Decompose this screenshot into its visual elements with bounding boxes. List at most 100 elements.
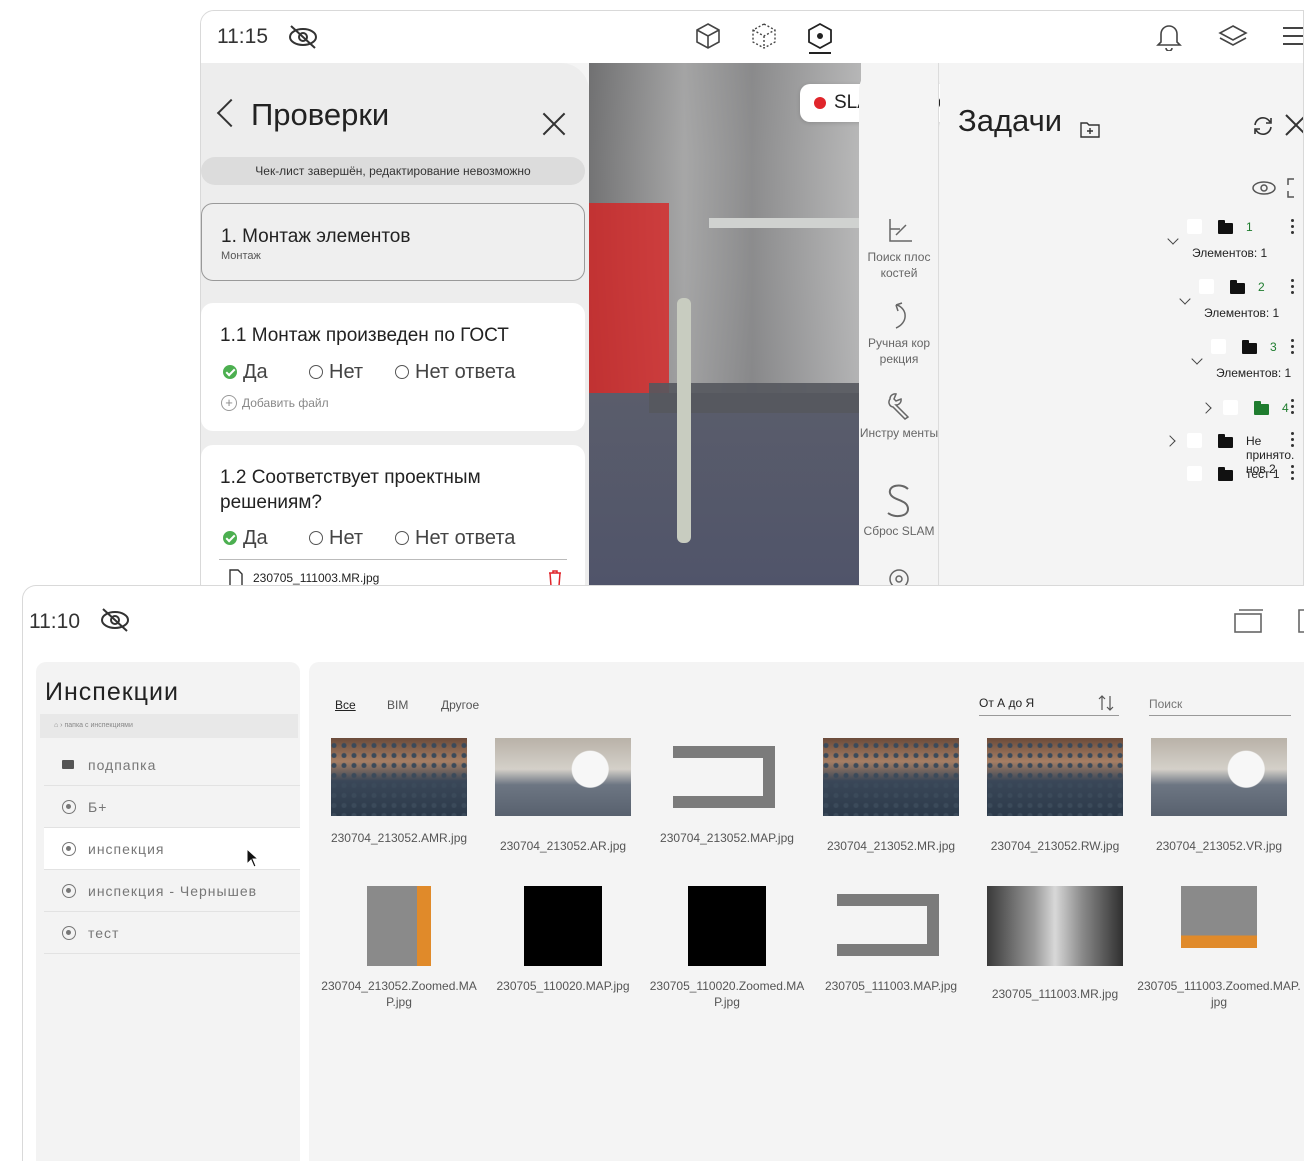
cube-dashed-icon[interactable] — [749, 21, 779, 51]
collapsed-chevron-icon[interactable] — [1164, 435, 1176, 447]
search-input[interactable] — [1149, 692, 1291, 716]
cube-icon[interactable] — [693, 21, 723, 51]
option-yes[interactable]: Да — [223, 361, 268, 384]
thumbnail-image — [495, 738, 631, 816]
expand-chevron-icon[interactable] — [1179, 293, 1191, 305]
row-checkbox[interactable] — [1211, 339, 1226, 354]
attached-file-name[interactable]: 230705_111003.MR.jpg — [253, 571, 379, 585]
breadcrumb[interactable]: ⌂ › папка с инспекциями — [40, 714, 298, 738]
gallery-item[interactable]: 230705_111003.Zoomed.MAP.jpg — [1137, 886, 1301, 1010]
thumbnail-image — [1151, 738, 1287, 816]
slam-reset-tool[interactable]: Сброс SLAM — [859, 483, 939, 539]
gallery-item[interactable]: 230704_213052.MR.jpg — [809, 738, 973, 854]
gallery-item[interactable]: 230704_213052.AR.jpg — [481, 738, 645, 854]
window-edge-icon[interactable] — [1293, 608, 1304, 634]
tasks-title: Задачи — [958, 103, 1063, 138]
option-no-answer[interactable]: Нет ответа — [395, 527, 515, 550]
gallery-item[interactable]: 230705_110020.MAP.jpg — [481, 886, 645, 994]
manual-correction-tool[interactable]: Ручная кор рекция — [859, 301, 939, 367]
more-icon[interactable] — [1291, 279, 1295, 295]
layers-icon[interactable] — [1217, 23, 1249, 49]
tab-bim[interactable]: BIM — [387, 698, 408, 712]
more-icon[interactable] — [1291, 399, 1295, 415]
tool-strip: Поиск плос костей Ручная кор рекция Инст… — [859, 63, 939, 587]
more-icon[interactable] — [1291, 339, 1295, 355]
task-group-name: 2 — [1258, 280, 1265, 294]
expand-chevron-icon[interactable] — [1191, 353, 1203, 365]
folder-icon — [1242, 340, 1257, 354]
gallery-item[interactable]: 230705_111003.MR.jpg — [973, 886, 1137, 1002]
folder-icon — [1218, 467, 1233, 481]
expand-chevron-icon[interactable] — [1167, 233, 1179, 245]
checklist-section[interactable]: 1. Монтаж элементов Монтаж — [201, 203, 585, 281]
slam-reset-icon — [887, 484, 910, 518]
question-title: 1.2 Соответствует проектным решениям? — [220, 467, 481, 513]
row-checkbox[interactable] — [1223, 400, 1238, 415]
add-folder-icon[interactable] — [1080, 120, 1100, 138]
gallery-item[interactable]: 230705_110020.Zoomed.MAP.jpg — [645, 886, 809, 1010]
more-icon[interactable] — [1291, 219, 1295, 235]
tools-tool[interactable]: Инстру менты — [859, 391, 939, 441]
gallery-item[interactable]: 230704_213052.MAP.jpg — [645, 738, 809, 846]
eye-off-icon[interactable] — [287, 23, 319, 51]
close-icon[interactable] — [1284, 113, 1304, 137]
sync-icon[interactable] — [1251, 115, 1275, 137]
gallery-item[interactable]: 230704_213052.RW.jpg — [973, 738, 1137, 854]
plus-circle-icon: + — [221, 395, 237, 411]
plane-search-tool[interactable]: Поиск плос костей — [859, 215, 939, 281]
sidebar-item-inspection[interactable]: Б+ — [44, 786, 300, 828]
windows-icon[interactable] — [1233, 608, 1265, 634]
option-no-answer[interactable]: Нет ответа — [395, 361, 515, 384]
top-status-bar: 11:15 — [201, 11, 1303, 63]
option-yes[interactable]: Да — [223, 527, 268, 550]
row-checkbox[interactable] — [1187, 433, 1202, 448]
more-icon[interactable] — [1291, 432, 1295, 448]
collapsed-chevron-icon[interactable] — [1200, 402, 1212, 414]
task-group-name: 1 — [1246, 220, 1253, 234]
thumbnail-image — [524, 886, 602, 966]
bell-icon[interactable] — [1155, 21, 1183, 51]
sidebar-item-inspection[interactable]: инспекция - Чернышев — [44, 870, 300, 912]
close-icon[interactable] — [541, 111, 567, 137]
row-checkbox[interactable] — [1187, 466, 1202, 481]
eye-off-icon[interactable] — [99, 606, 131, 634]
menu-icon[interactable] — [1281, 25, 1304, 47]
tab-other[interactable]: Другое — [441, 698, 479, 712]
radio-icon — [309, 531, 323, 545]
task-group-count: Элементов: 1 — [1204, 306, 1280, 320]
gallery-item[interactable]: 230704_213052.Zoomed.MAP.jpg — [317, 886, 481, 1010]
task-folder-icon — [1254, 401, 1269, 415]
sort-select[interactable]: От А до Я — [979, 692, 1119, 716]
cube-target-icon[interactable] — [805, 21, 835, 55]
task-group-name: 4 — [1282, 401, 1289, 415]
task-group-count: Элементов: 1 — [1216, 366, 1292, 380]
row-checkbox[interactable] — [1187, 219, 1202, 234]
question-title: 1.1 Монтаж произведен по ГОСТ — [220, 325, 509, 346]
inspections-title: Инспекции — [45, 678, 179, 706]
more-icon[interactable] — [1291, 465, 1295, 481]
question-card: 1.2 Соответствует проектным решениям? Да… — [201, 445, 585, 587]
thumbnail-image — [823, 886, 959, 964]
ar-scene-view[interactable] — [589, 63, 861, 587]
row-checkbox[interactable] — [1199, 279, 1214, 294]
section-title: 1. Монтаж элементов — [221, 226, 411, 247]
tab-all[interactable]: Все — [335, 698, 356, 712]
sidebar-item-folder[interactable]: подпапка — [44, 744, 300, 786]
option-no[interactable]: Нет — [309, 361, 363, 384]
folder-icon — [62, 760, 74, 769]
back-chevron-icon[interactable] — [216, 98, 246, 128]
gallery-item[interactable]: 230705_111003.MAP.jpg — [809, 886, 973, 994]
gallery-item[interactable]: 230704_213052.AMR.jpg — [317, 738, 481, 846]
sidebar-item-inspection[interactable]: тест — [44, 912, 300, 954]
sidebar-item-inspection-selected[interactable]: инспекция — [44, 828, 300, 870]
task-group-count: Элементов: 1 — [1192, 246, 1268, 260]
tasks-panel: Задачи 1 Элементов: 1 2 Элементов: 1 3 Э… — [940, 63, 1304, 587]
gallery-app-window: 11:10 Инспекции ⌂ › папка с инспекциями … — [22, 585, 1304, 1161]
expand-icon[interactable] — [1286, 177, 1304, 199]
inspection-icon — [62, 842, 76, 856]
task-group-name: тест 1 — [1246, 467, 1280, 481]
option-no[interactable]: Нет — [309, 527, 363, 550]
add-file-button[interactable]: + Добавить файл — [221, 395, 329, 411]
gallery-item[interactable]: 230704_213052.VR.jpg — [1137, 738, 1301, 854]
eye-icon[interactable] — [1251, 179, 1277, 197]
